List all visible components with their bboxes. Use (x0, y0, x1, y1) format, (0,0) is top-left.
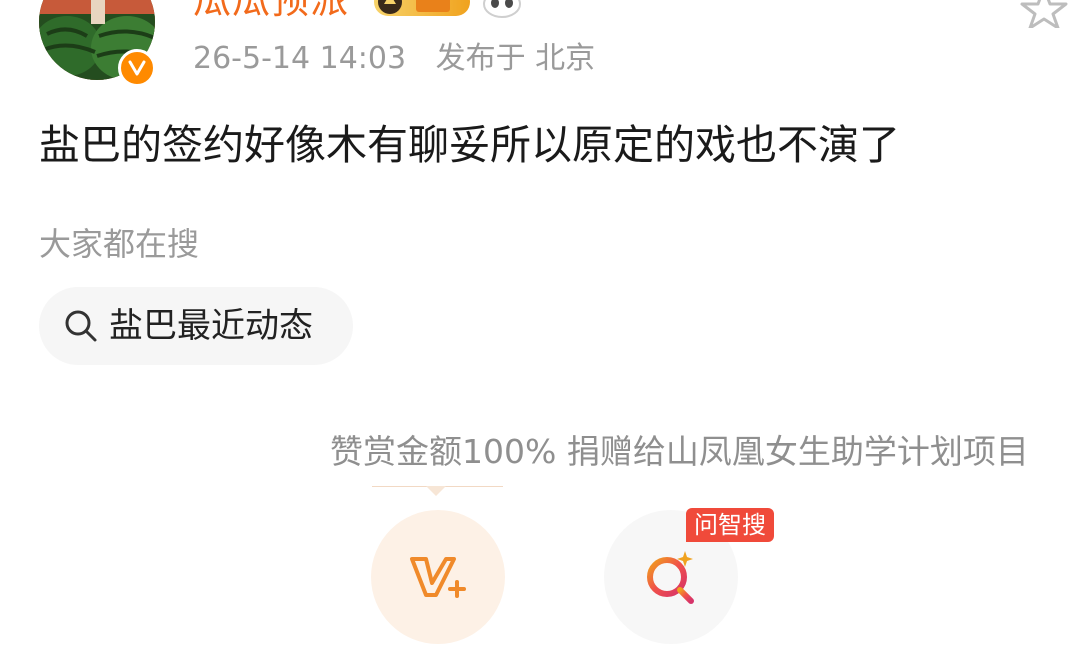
reward-pointer (426, 486, 446, 496)
related-search-chip[interactable]: 盐巴最近动态 (39, 287, 353, 365)
ai-search-icon (647, 551, 694, 604)
post-text: 盐巴的签约好像木有聊妥所以原定的戏也不演了 (39, 121, 900, 169)
ai-search-tag: 问智搜 (686, 508, 774, 542)
verified-badge-icon (118, 49, 156, 87)
member-level-badge-icon (374, 0, 470, 16)
favorite-star-icon[interactable] (1020, 0, 1068, 28)
reward-note: 赞赏金额100% 捐赠给山凤凰女生助学计划项目 (330, 432, 1029, 471)
v-plus-icon (410, 557, 466, 598)
related-search-title: 大家都在搜 (39, 225, 200, 263)
search-icon (65, 310, 97, 342)
post-meta: 26-5-14 14:03 发布于 北京 (193, 39, 595, 79)
related-search-label: 盐巴最近动态 (109, 306, 313, 346)
reward-vplus-button[interactable] (371, 510, 505, 644)
panda-icon (483, 0, 521, 18)
post-location: 发布于 北京 (435, 41, 596, 76)
author-name[interactable]: 瓜瓜预派 (193, 0, 349, 22)
post-timestamp: 26-5-14 14:03 (193, 41, 407, 76)
